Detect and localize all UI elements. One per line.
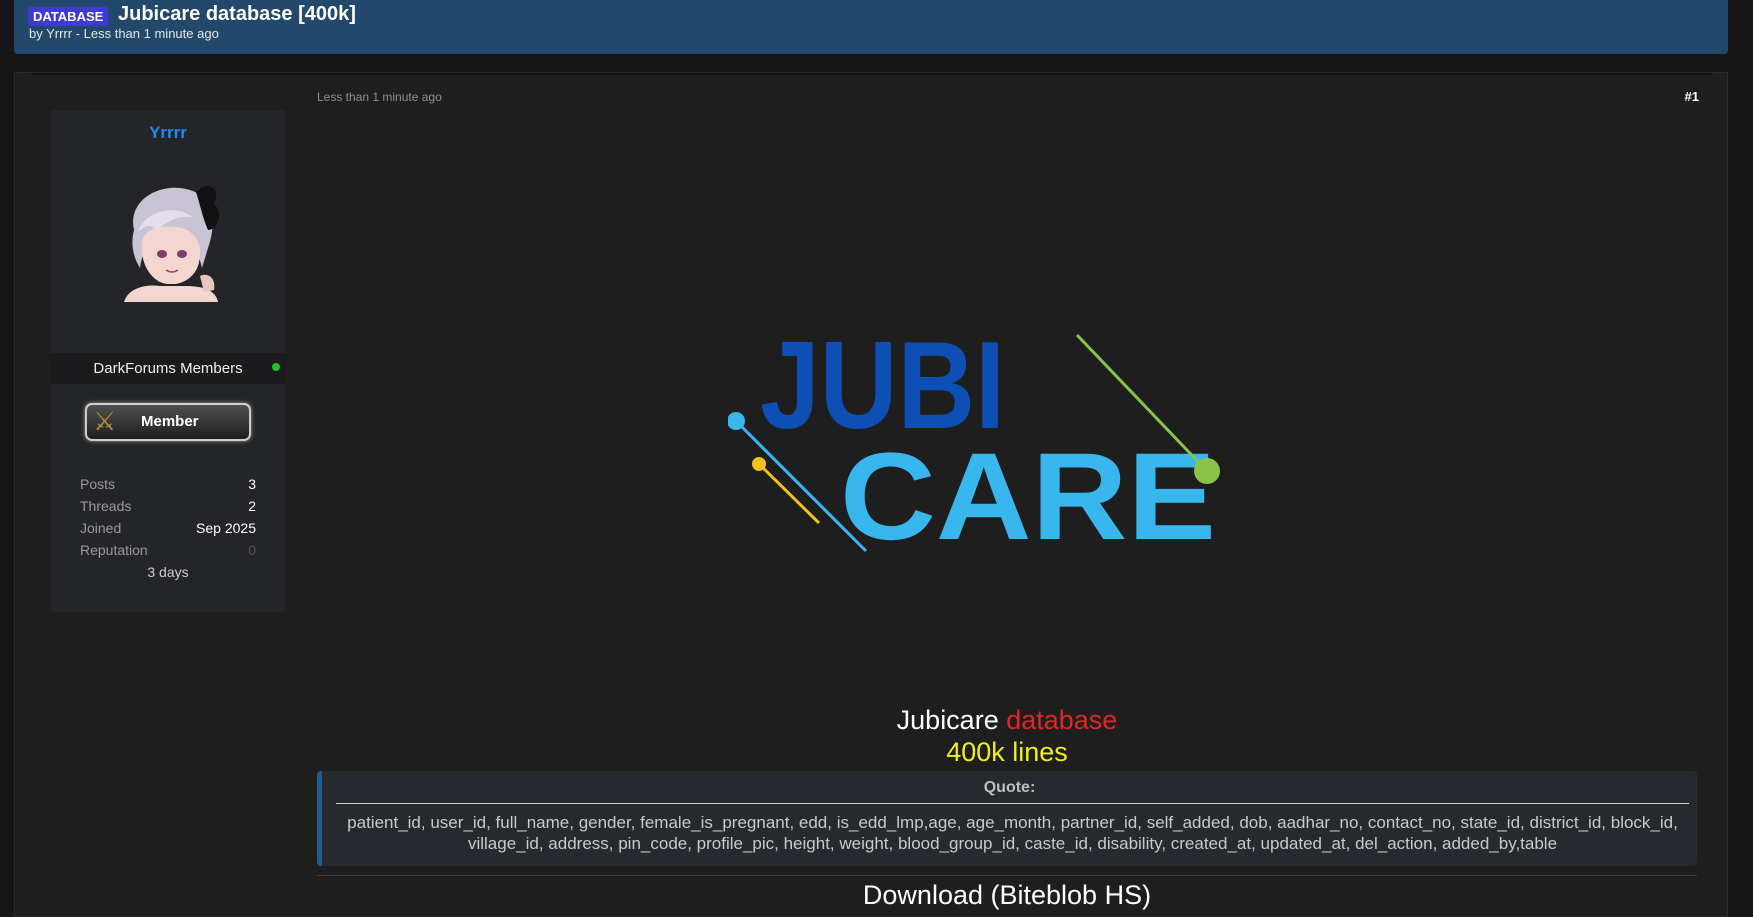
thread-prefix-badge[interactable]: DATABASE (28, 7, 109, 26)
quote-divider (336, 803, 1689, 804)
author-stats: Posts 3 Threads 2 Joined Sep 2025 Reputa… (80, 473, 256, 583)
post-title-line: Jubicare database (317, 705, 1697, 736)
user-group: DarkForums Members (93, 360, 243, 377)
post-subtitle: 400k lines (946, 737, 1068, 767)
stat-value[interactable]: 2 (248, 495, 256, 517)
post-timestamp: Less than 1 minute ago (317, 90, 442, 104)
stat-label: Joined (80, 520, 122, 536)
avatar[interactable] (104, 172, 234, 302)
stat-label: Posts (80, 476, 116, 492)
author-card: Yrrrr DarkForums Members ⚔ Member Posts … (50, 110, 286, 612)
stat-value: Sep 2025 (196, 520, 256, 536)
user-group-bar: DarkForums Members (50, 353, 286, 384)
member-badge: ⚔ Member (85, 403, 251, 441)
post-divider (31, 73, 1711, 75)
online-status-icon (272, 363, 280, 371)
stat-label: Threads (80, 498, 132, 514)
quote-block: Quote: patient_id, user_id, full_name, g… (317, 771, 1697, 866)
jubicare-logo: JUBI CARE (728, 317, 1220, 566)
stat-value[interactable]: 3 (248, 473, 256, 495)
quote-text: patient_id, user_id, full_name, gender, … (347, 813, 1678, 853)
download-heading: Download (Biteblob HS) (862, 880, 1152, 910)
thread-byline: by Yrrrr - Less than 1 minute ago (29, 26, 219, 41)
stat-value[interactable]: 0 (248, 539, 256, 561)
post-container: Yrrrr DarkForums Members ⚔ Member Posts … (14, 72, 1728, 917)
stat-row-joined: Joined Sep 2025 (80, 517, 256, 539)
crossed-swords-icon: ⚔ (93, 406, 117, 436)
logo-text-care: CARE (840, 428, 1216, 566)
thread-title: Jubicare database [400k] (118, 3, 356, 25)
post-number-link[interactable]: #1 (1685, 89, 1699, 104)
member-badge-label: Member (141, 413, 199, 430)
post-title-text: Jubicare (896, 705, 1007, 735)
thread-header: DATABASE Jubicare database [400k] by Yrr… (14, 0, 1728, 54)
stat-footer: 3 days (147, 564, 189, 580)
stat-label: Reputation (80, 542, 148, 558)
post-title-highlight: database (1006, 705, 1118, 735)
stat-row-threads: Threads 2 (80, 495, 256, 517)
content-divider (317, 875, 1697, 876)
stat-row-posts: Posts 3 (80, 473, 256, 495)
page-scrollbar[interactable] (1739, 0, 1753, 917)
author-username[interactable]: Yrrrr (50, 123, 286, 143)
stat-row-reputation: Reputation 0 (80, 539, 256, 561)
quote-label: Quote: (983, 779, 1036, 796)
